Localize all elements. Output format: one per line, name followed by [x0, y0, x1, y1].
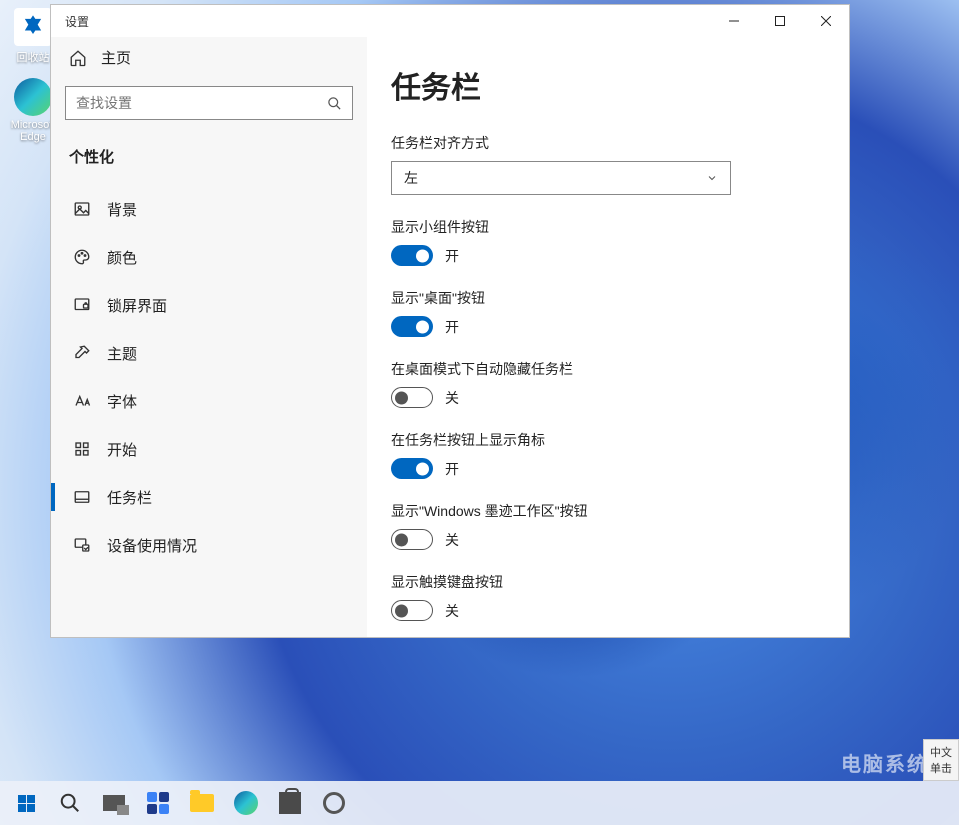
content-pane: 任务栏 任务栏对齐方式 左 显示小组件按钮开显示"桌面"按钮开在桌面模式下自动隐… — [367, 37, 849, 637]
toggle-switch[interactable] — [391, 316, 433, 337]
window-title: 设置 — [65, 13, 89, 30]
taskbar-edge[interactable] — [226, 783, 266, 823]
taskview-icon — [103, 795, 125, 811]
edge-icon — [234, 791, 258, 815]
search-box[interactable] — [65, 86, 353, 120]
sidebar-item-label: 主题 — [107, 343, 137, 364]
palette-icon — [73, 248, 91, 266]
font-icon — [73, 392, 91, 410]
minimize-button[interactable] — [711, 5, 757, 37]
sidebar-item-themes[interactable]: 主题 — [65, 329, 353, 377]
toggle-label: 显示小组件按钮 — [391, 217, 789, 237]
close-button[interactable] — [803, 5, 849, 37]
toggle-row-0: 显示小组件按钮开 — [391, 217, 789, 266]
toggle-state: 关 — [445, 530, 459, 550]
sidebar-home[interactable]: 主页 — [65, 37, 353, 86]
sidebar-item-lockscreen[interactable]: 锁屏界面 — [65, 281, 353, 329]
toggle-switch[interactable] — [391, 600, 433, 621]
recycle-bin-icon — [14, 8, 52, 46]
sidebar-item-label: 颜色 — [107, 247, 137, 268]
sidebar-item-label: 背景 — [107, 199, 137, 220]
windows-icon — [18, 795, 35, 812]
start-icon — [73, 440, 91, 458]
search-icon — [59, 792, 81, 814]
widgets-icon — [147, 792, 169, 814]
toggle-switch[interactable] — [391, 387, 433, 408]
toggle-label: 显示"桌面"按钮 — [391, 288, 789, 308]
toggle-switch[interactable] — [391, 529, 433, 550]
toggle-row-5: 显示触摸键盘按钮关 — [391, 572, 789, 621]
sidebar-item-label: 锁屏界面 — [107, 295, 167, 316]
toggle-state: 开 — [445, 459, 459, 479]
taskbar-store[interactable] — [270, 783, 310, 823]
taskbar-widgets[interactable] — [138, 783, 178, 823]
alignment-dropdown[interactable]: 左 — [391, 161, 731, 195]
taskbar-settings[interactable] — [314, 783, 354, 823]
sidebar: 主页 个性化 背景 颜色 锁屏界面 — [51, 37, 367, 637]
sidebar-item-taskbar[interactable]: 任务栏 — [65, 473, 353, 521]
taskbar-icon — [73, 488, 91, 506]
systray-line2: 单击 — [930, 760, 952, 776]
chevron-down-icon — [706, 172, 718, 184]
sidebar-item-label: 字体 — [107, 391, 137, 412]
toggle-label: 显示"Windows 墨迹工作区"按钮 — [391, 501, 789, 521]
edge-icon — [14, 78, 52, 116]
sidebar-item-start[interactable]: 开始 — [65, 425, 353, 473]
settings-window: 设置 主页 个性化 背景 — [50, 4, 850, 638]
toggle-label: 显示触摸键盘按钮 — [391, 572, 789, 592]
home-icon — [69, 49, 87, 67]
dropdown-value: 左 — [404, 168, 418, 188]
gear-icon — [323, 792, 345, 814]
lockscreen-icon — [73, 296, 91, 314]
taskbar-start[interactable] — [6, 783, 46, 823]
alignment-label: 任务栏对齐方式 — [391, 133, 789, 153]
titlebar: 设置 — [51, 5, 849, 37]
toggle-state: 关 — [445, 388, 459, 408]
sidebar-item-device-usage[interactable]: 设备使用情况 — [65, 521, 353, 569]
toggle-switch[interactable] — [391, 458, 433, 479]
maximize-button[interactable] — [757, 5, 803, 37]
toggle-state: 开 — [445, 317, 459, 337]
toggle-row-1: 显示"桌面"按钮开 — [391, 288, 789, 337]
taskbar — [0, 781, 959, 825]
systray-lang: 中文 — [930, 744, 952, 760]
search-input[interactable] — [76, 95, 327, 111]
device-usage-icon — [73, 536, 91, 554]
toggle-state: 关 — [445, 601, 459, 621]
toggle-row-4: 显示"Windows 墨迹工作区"按钮关 — [391, 501, 789, 550]
taskbar-search[interactable] — [50, 783, 90, 823]
sidebar-item-fonts[interactable]: 字体 — [65, 377, 353, 425]
toggle-label: 在桌面模式下自动隐藏任务栏 — [391, 359, 789, 379]
toggle-row-3: 在任务栏按钮上显示角标开 — [391, 430, 789, 479]
theme-icon — [73, 344, 91, 362]
toggle-state: 开 — [445, 246, 459, 266]
sidebar-item-colors[interactable]: 颜色 — [65, 233, 353, 281]
sidebar-category: 个性化 — [65, 142, 353, 185]
sidebar-item-label: 开始 — [107, 439, 137, 460]
taskbar-explorer[interactable] — [182, 783, 222, 823]
sidebar-item-background[interactable]: 背景 — [65, 185, 353, 233]
store-icon — [279, 792, 301, 814]
toggle-row-2: 在桌面模式下自动隐藏任务栏关 — [391, 359, 789, 408]
sidebar-item-label: 设备使用情况 — [107, 535, 197, 556]
sidebar-item-label: 任务栏 — [107, 487, 152, 508]
taskbar-taskview[interactable] — [94, 783, 134, 823]
toggle-label: 在任务栏按钮上显示角标 — [391, 430, 789, 450]
sidebar-home-label: 主页 — [101, 47, 131, 68]
system-tray-popup[interactable]: 中文 单击 — [923, 739, 959, 781]
search-icon — [327, 96, 342, 111]
toggle-switch[interactable] — [391, 245, 433, 266]
desktop: 回收站 Microsoft Edge 设置 主页 — [0, 0, 959, 825]
folder-icon — [190, 794, 214, 812]
page-title: 任务栏 — [391, 63, 789, 107]
picture-icon — [73, 200, 91, 218]
